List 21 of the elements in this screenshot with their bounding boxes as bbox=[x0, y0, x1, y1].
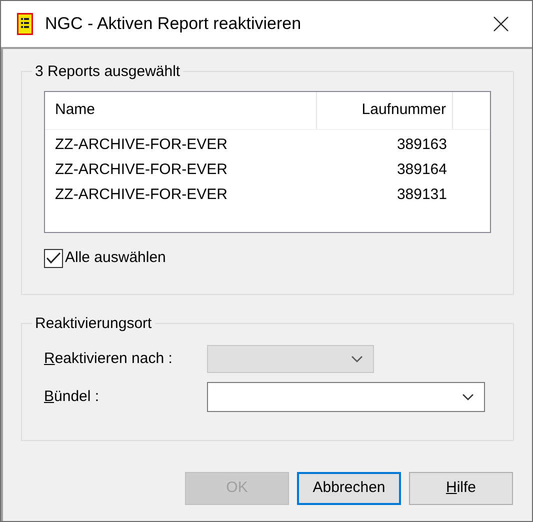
checkbox[interactable] bbox=[44, 248, 63, 268]
chevron-down-icon bbox=[351, 355, 363, 363]
table-cell-text: ZZ-ARCHIVE-FOR-EVER bbox=[54, 135, 228, 156]
close-icon bbox=[493, 16, 509, 32]
table-cell-text: 389163 bbox=[396, 135, 448, 156]
dropdown-field[interactable] bbox=[207, 382, 485, 412]
column-header[interactable]: Name bbox=[45, 92, 317, 129]
column-header[interactable]: Laufnummer bbox=[317, 92, 453, 129]
table-cell-text: ZZ-ARCHIVE-FOR-EVER bbox=[54, 160, 228, 180]
checkbox-label: Alle auswählen bbox=[65, 248, 166, 268]
table-cell-text: 389164 bbox=[396, 160, 448, 180]
dialog-button[interactable]: Hilfe bbox=[409, 472, 513, 505]
window-title: NGC - Aktiven Report reaktivieren bbox=[45, 13, 302, 36]
field-label: Bündel : bbox=[44, 386, 100, 407]
app-icon bbox=[17, 13, 33, 35]
chevron-down-icon bbox=[462, 393, 474, 401]
checkmark-icon bbox=[46, 252, 61, 264]
field-label: Reaktivieren nach : bbox=[44, 348, 174, 369]
dialog-button[interactable]: Abbrechen bbox=[297, 472, 401, 505]
table-cell-text: 389131 bbox=[396, 185, 448, 206]
table-cell-text: ZZ-ARCHIVE-FOR-EVER bbox=[54, 185, 228, 206]
